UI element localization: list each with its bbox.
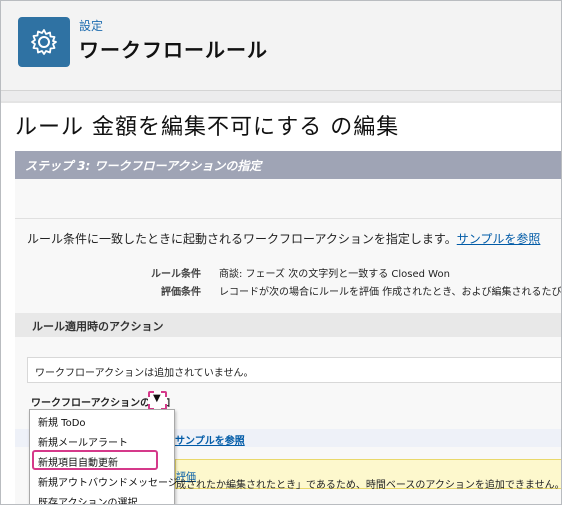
page-header: 設定 ワークフロールール — [1, 1, 561, 91]
step-header: ステップ 3: ワークフローアクションの指定 — [15, 151, 561, 179]
menu-item-new-todo[interactable]: 新規 ToDo — [38, 414, 86, 429]
sample-link[interactable]: サンプルを参照 — [457, 232, 541, 246]
menu-item-new-email-alert[interactable]: 新規メールアラート — [38, 434, 128, 449]
button-row — [15, 179, 561, 219]
step-title: ステップ 3: ワークフローアクションの指定 — [25, 159, 262, 173]
header-title: ワークフロールール — [79, 38, 268, 62]
eval-condition-value: レコードが次の場合にルールを評価 作成されたとき、および編集されるたび — [219, 287, 562, 298]
chevron-down-icon: ▼ — [153, 393, 161, 404]
breadcrumb: 設定 — [79, 19, 104, 33]
page-title: ルール 金額を編集不可にする の編集 — [15, 115, 400, 140]
rule-condition-label: ルール条件 — [151, 269, 201, 280]
add-action-menu: 新規 ToDo 新規メールアラート 新規項目自動更新 新規アウトバウンドメッセー… — [29, 409, 178, 504]
app-frame: 設定 ワークフロールール ルール 金額を編集不可にする の編集 ステップ 3: … — [0, 0, 562, 505]
warning-message: 成されたか編集されたとき」であるため、時間ベースのアクションを追加できません。 — [176, 480, 562, 491]
edit-card: ルール 金額を編集不可にする の編集 ステップ 3: ワークフローアクションの指… — [1, 101, 562, 504]
rule-condition-value: 商談: フェーズ 次の文字列と一致する Closed Won — [219, 269, 450, 280]
actions-section-header: ルール適用時のアクション — [15, 313, 561, 337]
add-action-dropdown-toggle[interactable]: ▼ — [148, 391, 167, 410]
menu-item-new-outbound-message[interactable]: 新規アウトバウンドメッセージ — [38, 474, 178, 489]
menu-item-select-existing[interactable]: 既存アクションの選択 — [38, 494, 138, 504]
warning-text: 成されたか編集されたとき」であるため、時間ベースのアクションを追加できません。 … — [176, 468, 561, 491]
gear-icon — [31, 29, 57, 55]
setup-gear-badge — [18, 17, 70, 67]
actions-list: ワークフローアクションは追加されていません。 — [27, 357, 561, 383]
empty-actions-text: ワークフローアクションは追加されていません。 — [35, 368, 254, 379]
eval-condition-label: 評価条件 — [161, 287, 201, 298]
step-description: ルール条件に一致したときに起動されるワークフローアクションを指定します。サンプル… — [27, 230, 540, 247]
time-based-sample-link[interactable]: サンプルを参照 — [175, 432, 245, 447]
description-text: ルール条件に一致したときに起動されるワークフローアクションを指定します。 — [27, 232, 457, 246]
menu-item-new-field-update[interactable]: 新規項目自動更新 — [38, 454, 118, 469]
actions-section-title: ルール適用時のアクション — [32, 320, 164, 333]
time-based-warning: 成されたか編集されたとき」であるため、時間ベースのアクションを追加できません。 … — [175, 459, 561, 491]
